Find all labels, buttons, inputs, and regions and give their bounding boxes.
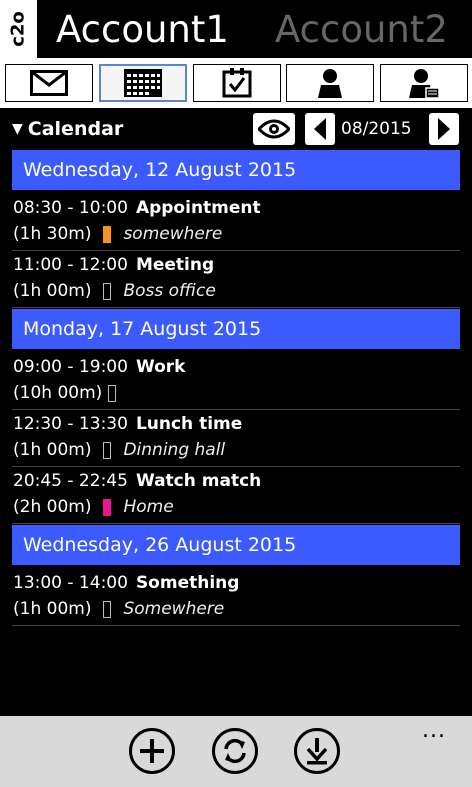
add-button[interactable] (129, 728, 175, 774)
calendar-title: Calendar (27, 118, 124, 140)
event-item[interactable]: 11:00 - 12:00 Meeting (1h 00m) Boss office (12, 251, 460, 308)
event-duration: (1h 00m) (13, 599, 92, 619)
category-color-swatch (103, 498, 112, 516)
mail-icon (30, 70, 68, 96)
event-item[interactable]: 20:45 - 22:45 Watch match (2h 00m) Home (12, 467, 460, 524)
event-duration: (1h 00m) (13, 281, 92, 301)
category-color-swatch (103, 600, 112, 618)
more-options-button[interactable]: ... (422, 718, 446, 743)
contact-icon (318, 69, 342, 98)
event-title: Watch match (135, 471, 262, 491)
mail-button[interactable] (5, 64, 93, 102)
category-color-swatch (103, 225, 112, 243)
next-month-button[interactable] (429, 113, 459, 145)
calendar-icon (124, 69, 162, 97)
calendar-button[interactable] (99, 64, 187, 102)
eye-icon (258, 119, 290, 139)
calendar-collapse-toggle[interactable]: ▼ Calendar (12, 118, 123, 140)
event-time: 20:45 - 22:45 (13, 471, 128, 491)
previous-month-button[interactable] (305, 113, 335, 145)
category-color-swatch (108, 384, 117, 402)
day-header: Monday, 17 August 2015 (12, 309, 460, 349)
chevron-right-icon (438, 118, 450, 140)
event-time: 09:00 - 19:00 (13, 357, 128, 377)
module-toolbar (0, 58, 472, 108)
current-month: 08/2015 (341, 119, 412, 139)
contact-details-icon (409, 69, 439, 98)
event-time: 11:00 - 12:00 (13, 255, 128, 275)
day-header: Wednesday, 26 August 2015 (12, 525, 460, 565)
event-title: Appointment (135, 198, 261, 218)
event-item[interactable]: 12:30 - 13:30 Lunch time (1h 00m) Dinning … (12, 410, 460, 467)
sync-button[interactable] (212, 728, 258, 774)
event-duration: (2h 00m) (13, 497, 92, 517)
app-bar: ... (0, 716, 472, 787)
event-title: Work (135, 357, 186, 377)
event-location: somewhere (123, 224, 223, 244)
day-header: Wednesday, 12 August 2015 (12, 150, 460, 190)
tasks-icon (222, 68, 252, 98)
event-item[interactable]: 09:00 - 19:00 Work (10h 00m) (12, 353, 460, 410)
view-toggle-button[interactable] (253, 113, 295, 145)
event-location: Somewhere (123, 599, 225, 619)
event-duration: (1h 00m) (13, 440, 92, 460)
event-location: Dinning hall (123, 440, 226, 460)
add-icon (140, 739, 164, 763)
download-button[interactable] (294, 728, 340, 774)
event-title: Lunch time (135, 414, 243, 434)
event-item[interactable]: 08:30 - 10:00 Appointment (1h 30m) somewhe… (12, 194, 460, 251)
event-item[interactable]: 13:00 - 14:00 Something (1h 00m) Somewhere (12, 569, 460, 626)
contacts-button[interactable] (286, 64, 374, 102)
account-tab-2[interactable]: Account2 (275, 6, 448, 54)
chevron-left-icon (314, 118, 326, 140)
app-logo: c2o (0, 0, 37, 58)
account-tab-1[interactable]: Account1 (56, 6, 229, 54)
tasks-button[interactable] (193, 64, 281, 102)
category-color-swatch (103, 441, 112, 459)
event-title: Something (135, 573, 240, 593)
event-duration: (1h 30m) (13, 224, 92, 244)
calendar-bar: ▼ Calendar 08/2015 (0, 108, 472, 150)
event-list: Wednesday, 12 August 2015 08:30 - 10:00 A… (12, 150, 460, 626)
download-icon (306, 738, 328, 765)
contact-details-button[interactable] (380, 64, 468, 102)
header: c2o Account1 Account2 (0, 0, 472, 58)
event-title: Meeting (135, 255, 215, 275)
event-time: 13:00 - 14:00 (13, 573, 128, 593)
sync-icon (224, 738, 246, 764)
event-location: Home (123, 497, 174, 517)
event-duration: (10h 00m) (13, 383, 103, 403)
event-time: 12:30 - 13:30 (13, 414, 128, 434)
triangle-down-icon: ▼ (12, 121, 23, 137)
event-location: Boss office (123, 281, 216, 301)
event-time: 08:30 - 10:00 (13, 198, 128, 218)
category-color-swatch (103, 282, 112, 300)
